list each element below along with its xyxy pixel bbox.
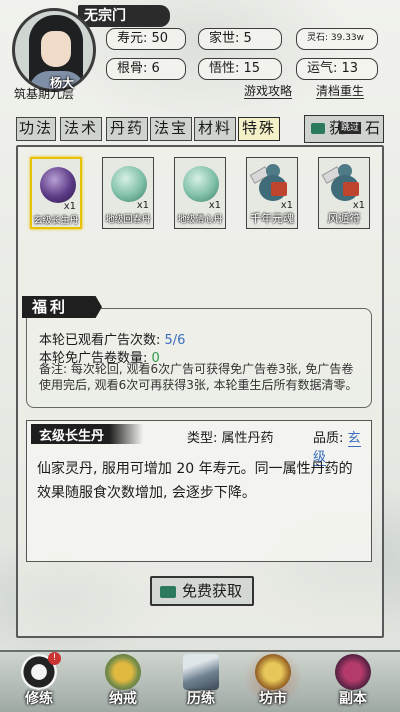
item-card[interactable]: x1 千年元魂: [246, 157, 298, 229]
detail-title: 玄级长生丹: [39, 429, 105, 444]
green-pill-icon: [183, 166, 219, 202]
nav-label: 副本: [339, 691, 367, 707]
demon-icon: [335, 654, 371, 690]
notification-badge: !: [48, 652, 61, 665]
detail-type: 类型: 属性丹药: [187, 431, 274, 446]
grade-label: 品质:: [313, 431, 344, 446]
skip-badge: 跳过: [339, 122, 362, 134]
item-name: 地级清心丹: [177, 215, 223, 225]
nav-fangshi[interactable]: 坊市: [238, 648, 308, 712]
nav-lilian[interactable]: 历练: [166, 652, 236, 712]
item-card[interactable]: x1 玄级长生丹: [30, 157, 82, 229]
reset-game-link[interactable]: 清档重生: [316, 84, 365, 99]
stat-lifespan: 寿元: 50: [106, 28, 186, 50]
ads-watched-row: 本轮已观看广告次数: 5/6: [39, 329, 185, 348]
stat-family: 家世: 5: [198, 28, 282, 50]
item-name: 千年元魂: [250, 212, 294, 225]
nav-label: 修练: [25, 691, 53, 707]
nav-label: 坊市: [259, 691, 287, 707]
tab-gongfa[interactable]: 功法: [16, 117, 56, 141]
tab-teshu[interactable]: 特殊: [238, 117, 280, 141]
ads-watched-value: 5/6: [164, 333, 186, 348]
tab-fabao[interactable]: 法宝: [150, 117, 192, 141]
tab-cailiao[interactable]: 材料: [194, 117, 236, 141]
nav-fuben[interactable]: 副本: [318, 652, 388, 712]
wind-talisman-icon: [321, 164, 361, 204]
item-name: 玄级长生丹: [33, 216, 79, 226]
stat-spirit-stone: 灵石: 39.33w: [296, 28, 378, 50]
shop-icon: [255, 654, 291, 690]
welfare-title: 福利: [22, 296, 102, 318]
item-card[interactable]: x1 地级回春丹: [102, 157, 154, 229]
item-card[interactable]: x1 地级清心丹: [174, 157, 226, 229]
ring-icon: [105, 654, 141, 690]
stat-insight: 悟性: 15: [198, 58, 282, 80]
soul-gourd-icon: [249, 164, 289, 204]
ads-watched-label: 本轮已观看广告次数:: [39, 333, 161, 348]
item-card[interactable]: x1 风遁符: [318, 157, 370, 229]
nav-label: 纳戒: [109, 691, 137, 707]
purple-pill-icon: [40, 167, 76, 203]
welfare-note: 备注: 每次轮回, 观看6次广告可获得免广告卷3张, 免广告卷使用完后, 观看6…: [39, 362, 358, 392]
video-icon: [311, 123, 325, 134]
cultivation-realm: 筑基期九层: [14, 87, 75, 101]
free-get-label: 免费获取: [182, 582, 243, 600]
item-count: x1: [63, 201, 76, 212]
nav-label: 历练: [187, 691, 215, 707]
welfare-panel: 本轮已观看广告次数: 5/6 本轮免广告卷数量: 0 备注: 每次轮回, 观看6…: [26, 308, 372, 408]
get-stone-label-2: 石: [365, 119, 381, 137]
game-guide-link[interactable]: 游戏攻略: [244, 84, 293, 99]
item-name: 地级回春丹: [105, 215, 151, 225]
free-get-button[interactable]: 免费获取: [150, 576, 254, 606]
tab-danyao[interactable]: 丹药: [106, 117, 148, 141]
detail-description: 仙家灵丹, 服用可增加 20 年寿元。同一属性丹药的效果随服食次数增加, 会逐步…: [37, 461, 353, 501]
video-icon: [160, 586, 176, 598]
mountain-icon: [183, 654, 219, 690]
get-stone-button[interactable]: 获 跳过 石: [304, 115, 384, 143]
item-detail-panel: 玄级长生丹 类型: 属性丹药 品质: 玄级 仙家灵丹, 服用可增加 20 年寿元…: [26, 420, 372, 562]
tab-fashu[interactable]: 法术: [60, 117, 102, 141]
item-count: x1: [208, 200, 221, 211]
green-pill-icon: [111, 166, 147, 202]
avatar[interactable]: 杨大: [12, 8, 96, 92]
item-count: x1: [136, 200, 149, 211]
item-name: 风遁符: [327, 212, 361, 225]
avatar-face: [41, 31, 71, 67]
stat-luck: 运气: 13: [296, 58, 378, 80]
nav-najie[interactable]: 纳戒: [88, 652, 158, 712]
nav-xiulian[interactable]: ! 修练: [4, 652, 74, 712]
stat-root-bone: 根骨: 6: [106, 58, 186, 80]
